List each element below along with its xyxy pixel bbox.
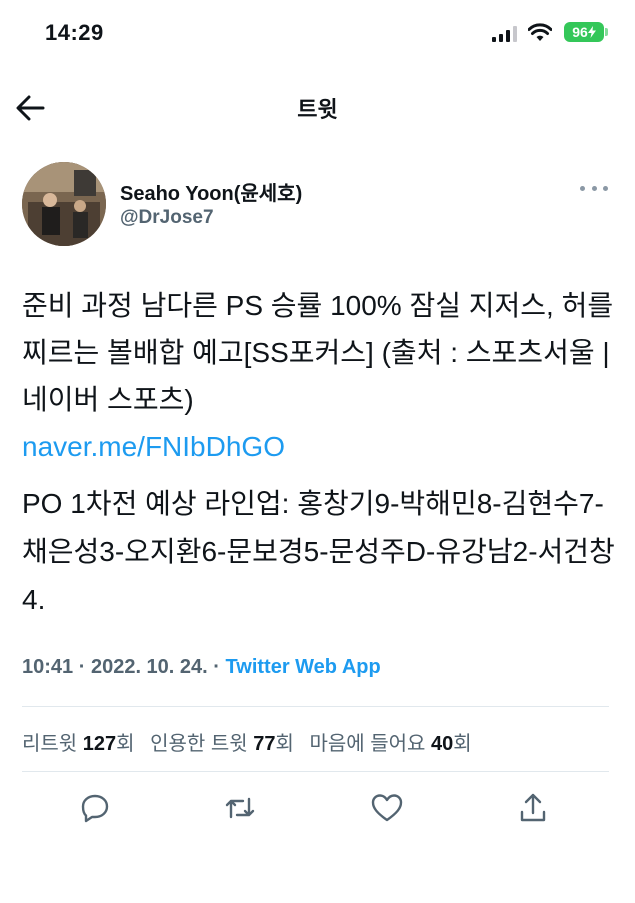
tweet-text: 준비 과정 남다른 PS 승률 100% 잠실 지저스, 허를 찌르는 볼배합 … <box>22 282 617 470</box>
tweet-lineup-text: PO 1차전 예상 라인업: 홍창기9-박해민8-김현수7-채은성3-오지환6-… <box>22 488 615 615</box>
share-button[interactable] <box>515 790 551 826</box>
avatar-photo <box>22 162 106 246</box>
author-name[interactable]: Seaho Yoon(윤세호) <box>120 177 302 206</box>
tweet-main-text: 준비 과정 남다른 PS 승률 100% 잠실 지저스, 허를 찌르는 볼배합 … <box>22 290 614 415</box>
tweet-meta: 10:41 · 2022. 10. 24. · Twitter Web App <box>22 656 381 678</box>
reply-icon <box>81 794 109 823</box>
wifi-icon <box>528 23 552 41</box>
retweet-icon <box>225 797 255 819</box>
tweet-stats: 리트윗 127회 인용한 트윗 77회 마음에 들어요 40회 <box>22 727 482 756</box>
retweet-stat[interactable]: 리트윗 127회 <box>22 733 135 755</box>
page-title: 트윗 <box>297 97 338 122</box>
divider <box>22 706 609 707</box>
tweet-link[interactable]: naver.me/FNIbDhGO <box>22 431 285 462</box>
charging-bolt-icon <box>587 26 596 38</box>
battery-level: 96 <box>572 24 588 40</box>
avatar[interactable] <box>22 162 106 246</box>
status-bar: 14:29 96 <box>0 0 635 64</box>
action-bar <box>0 784 635 834</box>
tweet-source[interactable]: Twitter Web App <box>226 656 381 678</box>
status-time: 14:29 <box>45 20 104 45</box>
heart-icon <box>371 794 403 822</box>
battery-indicator: 96 <box>564 22 604 42</box>
cellular-signal-icon <box>492 26 517 42</box>
more-icon[interactable] <box>580 178 608 198</box>
author-handle[interactable]: @DrJose7 <box>120 207 214 229</box>
tweet-date: 2022. 10. 24. <box>90 656 208 678</box>
quote-stat[interactable]: 인용한 트윗 77회 <box>150 733 294 755</box>
like-button[interactable] <box>369 790 405 826</box>
retweet-button[interactable] <box>222 790 258 826</box>
like-stat[interactable]: 마음에 들어요 40회 <box>309 733 471 755</box>
divider <box>22 771 609 772</box>
reply-button[interactable] <box>77 790 113 826</box>
battery-nub <box>605 28 608 36</box>
nav-bar: 트윗 <box>0 64 635 148</box>
share-icon <box>520 793 546 822</box>
tweet-time: 10:41 <box>22 656 74 678</box>
